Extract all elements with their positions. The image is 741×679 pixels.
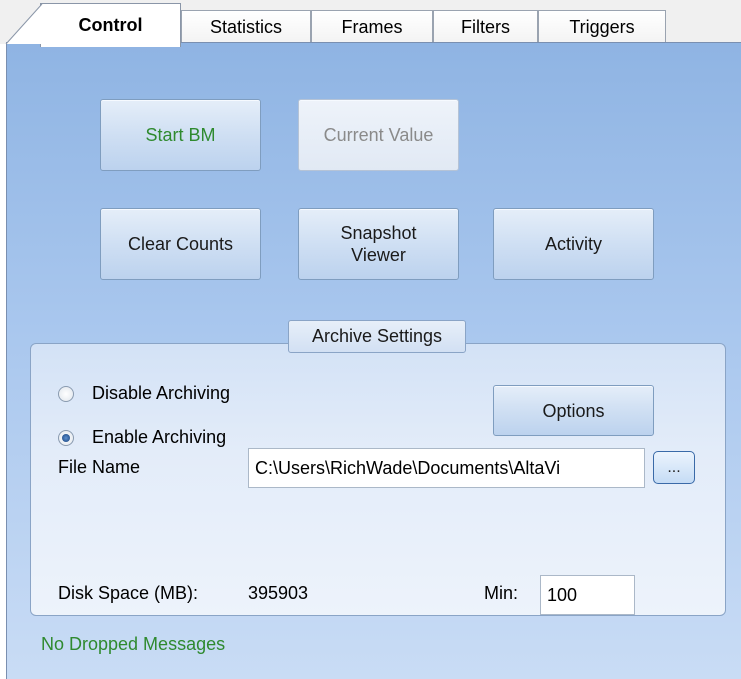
enable-archiving-option[interactable]: Enable Archiving bbox=[58, 427, 226, 448]
archive-settings-title-text: Archive Settings bbox=[311, 326, 443, 346]
snapshot-viewer-button[interactable]: Snapshot Viewer bbox=[298, 208, 459, 280]
browse-label: ... bbox=[667, 459, 681, 476]
clear-counts-button[interactable]: Clear Counts bbox=[100, 208, 261, 280]
disable-archiving-radio[interactable] bbox=[58, 385, 74, 402]
disable-archiving-label: Disable Archiving bbox=[92, 383, 231, 403]
tab-frames-label: Frames bbox=[341, 17, 403, 37]
disable-archiving-option[interactable]: Disable Archiving bbox=[58, 383, 230, 404]
current-value-label: Current Value bbox=[323, 125, 434, 145]
activity-label: Activity bbox=[544, 234, 602, 254]
tab-frames[interactable]: Frames bbox=[311, 10, 433, 44]
status-text: No Dropped Messages bbox=[41, 634, 226, 654]
enable-archiving-label: Enable Archiving bbox=[92, 427, 227, 447]
min-label: Min: bbox=[484, 583, 519, 603]
archive-settings-title: Archive Settings bbox=[288, 320, 466, 353]
disk-space-label: Disk Space (MB): bbox=[58, 583, 199, 603]
current-value-button[interactable]: Current Value bbox=[298, 99, 459, 171]
enable-archiving-radio[interactable] bbox=[58, 429, 74, 446]
start-bm-button[interactable]: Start BM bbox=[100, 99, 261, 171]
file-name-label: File Name bbox=[58, 457, 141, 477]
min-value: 100 bbox=[547, 584, 578, 605]
snapshot-viewer-label: Snapshot Viewer bbox=[340, 223, 417, 265]
activity-button[interactable]: Activity bbox=[493, 208, 654, 280]
file-name-value: C:\Users\RichWade\Documents\AltaVi bbox=[255, 457, 561, 478]
tab-control-label: Control bbox=[78, 15, 143, 35]
file-name-field[interactable]: C:\Users\RichWade\Documents\AltaVi bbox=[248, 448, 645, 488]
tab-triggers-label: Triggers bbox=[569, 17, 635, 37]
browse-button[interactable]: ... bbox=[653, 451, 695, 484]
tab-control[interactable]: Control bbox=[40, 3, 181, 47]
tab-triggers[interactable]: Triggers bbox=[538, 10, 666, 44]
tab-strip: Control Statistics Frames Filters Trigge… bbox=[0, 0, 741, 47]
clear-counts-label: Clear Counts bbox=[127, 234, 234, 254]
tab-filters-label: Filters bbox=[461, 17, 510, 37]
start-bm-label: Start BM bbox=[145, 125, 216, 145]
disk-space-value: 395903 bbox=[248, 583, 309, 603]
tab-statistics-label: Statistics bbox=[209, 17, 283, 37]
options-label: Options bbox=[542, 400, 605, 421]
min-field[interactable]: 100 bbox=[540, 575, 635, 615]
tab-statistics[interactable]: Statistics bbox=[181, 10, 311, 44]
tab-filters[interactable]: Filters bbox=[433, 10, 538, 44]
options-button[interactable]: Options bbox=[493, 385, 654, 436]
